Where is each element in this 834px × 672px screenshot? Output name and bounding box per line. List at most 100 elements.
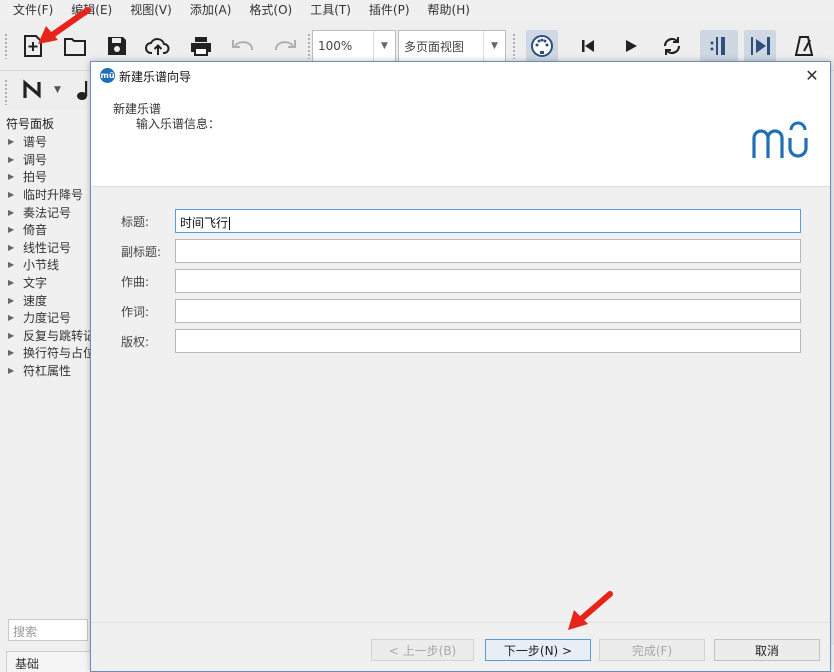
menu-add[interactable]: 添加(A) (181, 0, 241, 21)
note-input-icon (23, 79, 41, 99)
toolbar-grip[interactable] (4, 79, 8, 105)
loop-icon (663, 37, 681, 55)
palette-item-label: 力度记号 (23, 311, 72, 326)
copyright-label: 版权: (121, 335, 150, 349)
expand-icon: ▶ (8, 207, 15, 217)
expand-icon: ▶ (8, 295, 15, 305)
subtitle-row: 副标题: (91, 239, 830, 263)
title-row: 标题: 时间飞行 (91, 209, 830, 233)
subtitle-label: 副标题: (121, 245, 162, 259)
print-icon (191, 37, 211, 56)
palette-item-label: 调号 (23, 152, 48, 167)
palette-title: 符号面板 (6, 117, 55, 131)
workspace-selector[interactable]: 基础 (6, 651, 92, 672)
chevron-down-icon[interactable]: ▼ (54, 85, 61, 95)
toolbar-grip[interactable] (512, 33, 516, 59)
close-icon[interactable]: ✕ (802, 66, 822, 86)
palette-item-label: 文字 (23, 276, 48, 291)
midi-input-button[interactable] (526, 30, 558, 62)
save-icon (108, 37, 126, 55)
zoom-value: 100% (318, 39, 353, 53)
midi-icon (531, 35, 553, 57)
expand-icon: ▶ (8, 313, 15, 323)
annotation-arrow-icon (568, 591, 613, 630)
title-field[interactable]: 时间飞行 (175, 209, 801, 233)
lyricist-row: 作词: (91, 299, 830, 323)
zoom-combo[interactable]: 100% ▼ (312, 30, 396, 62)
composer-label: 作曲: (121, 275, 150, 289)
metronome-button[interactable] (789, 31, 819, 61)
view-mode-combo[interactable]: 多页面视图 ▼ (398, 30, 506, 62)
palette-item-label: 奏法记号 (23, 205, 72, 220)
pan-score-button[interactable] (744, 30, 776, 62)
menu-help[interactable]: 帮助(H) (419, 0, 479, 21)
palette-item-label: 线性记号 (23, 240, 72, 255)
undo-icon (232, 40, 254, 51)
toolbar-grip[interactable] (4, 33, 8, 59)
upload-button[interactable] (143, 31, 173, 61)
view-mode-value: 多页面视图 (404, 39, 465, 54)
palette-item-label: 谱号 (23, 135, 48, 150)
annotation-arrow-icon (38, 7, 91, 44)
composer-field[interactable] (175, 269, 801, 293)
loop-button[interactable] (657, 31, 687, 61)
expand-icon: ▶ (8, 260, 15, 270)
next-button[interactable]: 下一步(N) > (485, 639, 591, 661)
musescore-icon: mū (100, 68, 115, 83)
save-button[interactable] (102, 31, 132, 61)
palette-item-label: 速度 (23, 293, 48, 308)
redo-button[interactable] (270, 31, 300, 61)
menu-view[interactable]: 视图(V) (121, 0, 181, 21)
text-cursor (229, 217, 231, 230)
musescore-logo (752, 121, 808, 158)
expand-icon: ▶ (8, 154, 15, 164)
finish-button[interactable]: 完成(F) (599, 639, 705, 661)
play-icon (626, 40, 637, 52)
repeat-icon (710, 37, 725, 55)
expand-icon: ▶ (8, 225, 15, 235)
copyright-row: 版权: (91, 329, 830, 353)
cancel-button[interactable]: 取消 (714, 639, 820, 661)
expand-icon: ▶ (8, 137, 15, 147)
palette-item-label: 倚音 (23, 223, 48, 238)
wizard-header: 新建乐谱 输入乐谱信息： (91, 90, 830, 187)
expand-icon: ▶ (8, 330, 15, 340)
undo-button[interactable] (228, 31, 258, 61)
composer-row: 作曲: (91, 269, 830, 293)
chevron-down-icon[interactable]: ▼ (373, 31, 395, 61)
print-button[interactable] (186, 31, 216, 61)
menu-plugins[interactable]: 插件(P) (360, 0, 419, 21)
rewind-button[interactable] (573, 31, 603, 61)
menu-tools[interactable]: 工具(T) (301, 0, 360, 21)
note-input-button[interactable] (18, 75, 48, 105)
pan-icon (751, 37, 770, 55)
chevron-down-icon[interactable]: ▼ (483, 31, 505, 61)
copyright-field[interactable] (175, 329, 801, 353)
toolbar-grip[interactable] (307, 33, 311, 59)
metronome-icon (794, 36, 814, 56)
palette-item-label: 小节线 (23, 258, 60, 273)
expand-icon: ▶ (8, 366, 15, 376)
repeat-play-button[interactable] (700, 30, 738, 62)
expand-icon: ▶ (8, 190, 15, 200)
expand-icon: ▶ (8, 242, 15, 252)
play-button[interactable] (616, 31, 646, 61)
wizard-footer: < 上一步(B) 下一步(N) > 完成(F) 取消 (91, 622, 830, 671)
palette-panel: 符号面板 ▶ 谱号 ▶ 调号 ▶ 拍号 ▶ 临时升降号 ▶ 奏法记号 ▶ 倚音 ▶ 线性记号 … (0, 111, 107, 672)
lyricist-field[interactable] (175, 299, 801, 323)
palette-search-input[interactable]: 搜索 (8, 619, 88, 641)
menu-format[interactable]: 格式(O) (240, 0, 301, 21)
menu-bar: 文件(F) 编辑(E) 视图(V) 添加(A) 格式(O) 工具(T) 插件(P… (0, 0, 834, 21)
dialog-title: 新建乐谱向导 (119, 70, 192, 84)
redo-icon (274, 40, 296, 51)
title-value: 时间飞行 (180, 216, 229, 230)
expand-icon: ▶ (8, 348, 15, 358)
dialog-titlebar: mū 新建乐谱向导 ✕ (91, 62, 830, 90)
palette-item-label: 临时升降号 (23, 188, 84, 203)
expand-icon: ▶ (8, 172, 15, 182)
palette-item-label: 符杠属性 (23, 364, 72, 379)
back-button[interactable]: < 上一步(B) (371, 639, 474, 661)
palette-item-label: 拍号 (23, 170, 48, 185)
subtitle-field[interactable] (175, 239, 801, 263)
wizard-page-subtitle: 输入乐谱信息： (136, 117, 221, 131)
